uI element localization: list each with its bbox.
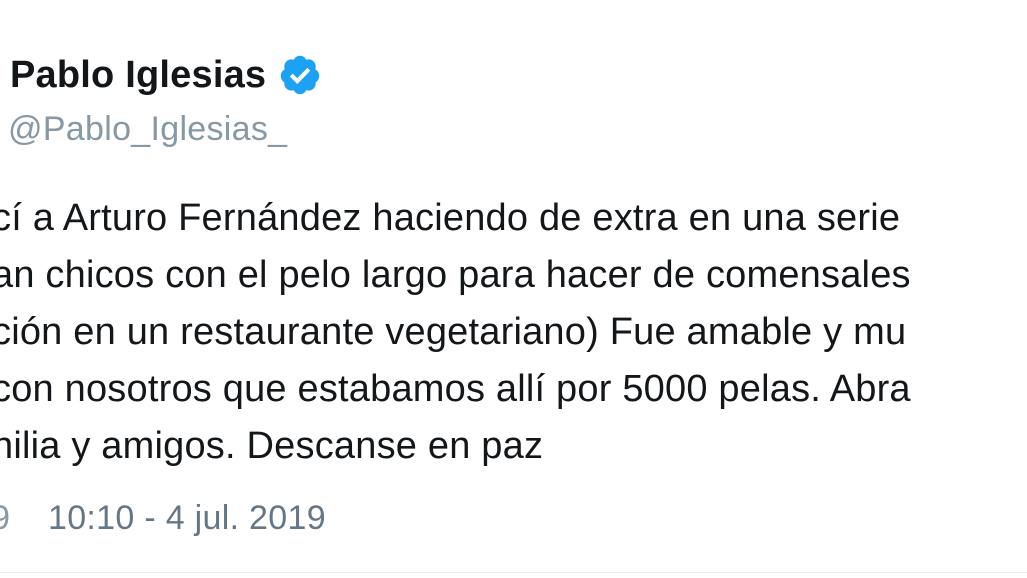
- tweet-text-line: nilia y amigos. Descanse en paz: [0, 425, 544, 467]
- tweet-timestamp[interactable]: 10:10 - 4 jul. 2019: [48, 496, 326, 540]
- verified-badge-icon: [280, 55, 320, 95]
- tweet-meta: 9 10:10 - 4 jul. 2019: [0, 496, 326, 540]
- tweet-text-line: con nosotros que estabamos allí por 5000…: [0, 368, 911, 410]
- author-header: Pablo Iglesias: [10, 52, 322, 98]
- tweet-text-line: cí a Arturo Fernández haciendo de extra …: [0, 197, 901, 239]
- divider: [0, 572, 1027, 573]
- tweet-card: Pablo Iglesias @Pablo_Iglesias_ cí a Art…: [0, 0, 1027, 578]
- author-handle[interactable]: @Pablo_Iglesias_: [8, 108, 287, 150]
- info-icon[interactable]: 9: [0, 496, 10, 540]
- tweet-text-line: an chicos con el pelo largo para hacer d…: [0, 254, 911, 296]
- author-name[interactable]: Pablo Iglesias: [10, 52, 266, 98]
- tweet-text: cí a Arturo Fernández haciendo de extra …: [0, 190, 1027, 475]
- tweet-text-line: ción en un restaurante vegetariano) Fue …: [0, 311, 907, 353]
